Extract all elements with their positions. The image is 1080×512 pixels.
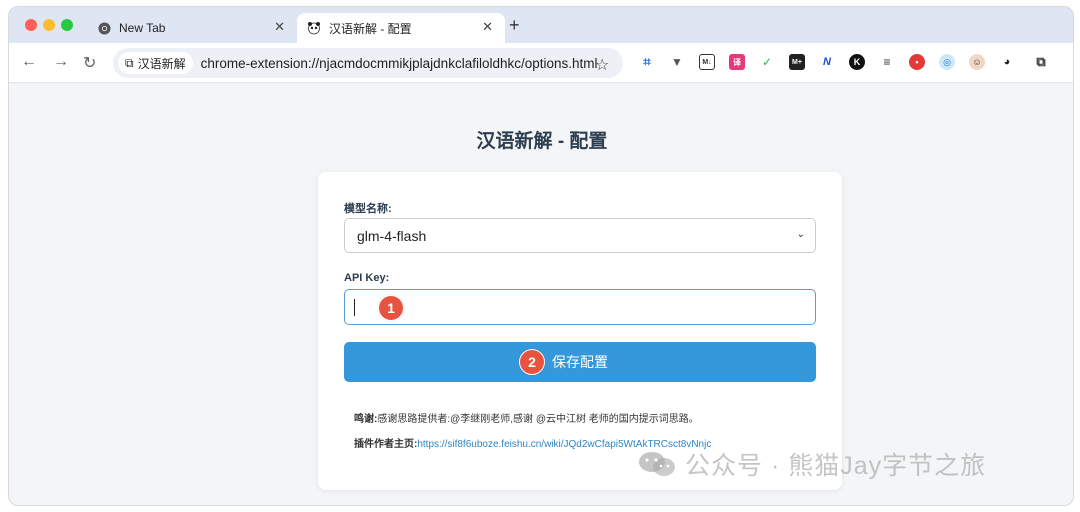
crop-extension-icon[interactable]: ⌗ xyxy=(639,54,655,70)
panda-icon xyxy=(307,21,321,35)
ai-extension-icon[interactable]: ◎ xyxy=(939,54,955,70)
model-select[interactable]: glm-4-flash ⌄ xyxy=(344,218,816,253)
browser-window: New Tab ✕ 汉语新解 - 配置 ✕ + ← → ↻ ⧉ 汉语新解 chr… xyxy=(8,6,1074,506)
tab-title: New Tab xyxy=(119,21,166,35)
leaf-extension-icon[interactable]: ✓ xyxy=(759,54,775,70)
thanks-prefix: 鸣谢: xyxy=(354,414,378,425)
homepage-prefix: 插件作者主页: xyxy=(354,439,418,450)
settings-card: 模型名称: glm-4-flash ⌄ API Key: 1 2 保存配置 鸣谢… xyxy=(318,172,842,490)
api-key-label: API Key: xyxy=(344,272,390,284)
translate-extension-icon[interactable]: 译 xyxy=(729,54,745,70)
close-window-button[interactable] xyxy=(25,19,37,31)
panda-extension-icon[interactable]: ◕ xyxy=(999,54,1015,70)
url-text: chrome-extension://njacmdocmmikjplajdnkc… xyxy=(200,55,598,71)
chrome-icon xyxy=(97,21,111,35)
address-bar[interactable]: ⧉ 汉语新解 chrome-extension://njacmdocmmikjp… xyxy=(113,48,623,78)
maximize-window-button[interactable] xyxy=(61,19,73,31)
list-extension-icon[interactable]: ≡ xyxy=(879,54,895,70)
tab-strip: New Tab ✕ 汉语新解 - 配置 ✕ + xyxy=(9,7,1073,43)
page-content: 汉语新解 - 配置 模型名称: glm-4-flash ⌄ API Key: 1… xyxy=(9,84,1073,505)
tab-new-tab[interactable]: New Tab ✕ xyxy=(89,13,297,43)
bookmark-star-icon[interactable]: ☆ xyxy=(595,55,609,75)
close-tab-icon[interactable]: ✕ xyxy=(274,19,285,35)
back-button[interactable]: ← xyxy=(21,53,37,71)
toolbar: ← → ↻ ⧉ 汉语新解 chrome-extension://njacmdoc… xyxy=(9,43,1073,83)
avatar-extension-icon[interactable]: ☺ xyxy=(969,54,985,70)
thanks-body: 感谢思路提供者:@李继刚老师,感谢 @云中江树 老师的国内提示词思路。 xyxy=(377,414,699,425)
new-tab-button[interactable]: + xyxy=(509,15,520,36)
model-select-value: glm-4-flash xyxy=(357,227,427,244)
api-key-input[interactable]: 1 xyxy=(344,289,816,325)
puzzle-icon: ⧉ xyxy=(125,55,134,70)
thanks-text: 鸣谢:感谢思路提供者:@李继刚老师,感谢 @云中江树 老师的国内提示词思路。 xyxy=(354,410,699,425)
model-label: 模型名称: xyxy=(344,203,392,215)
n-extension-icon[interactable]: N xyxy=(819,54,835,70)
watermark-text: 公众号 · 熊猫Jay字节之旅 xyxy=(685,452,987,480)
save-button-label: 保存配置 xyxy=(552,354,608,370)
close-tab-icon[interactable]: ✕ xyxy=(482,19,493,35)
forward-button[interactable]: → xyxy=(53,53,69,71)
extensions-puzzle-icon[interactable]: ⧉ xyxy=(1033,54,1049,70)
reload-button[interactable]: ↻ xyxy=(83,53,96,73)
markdown-extension-icon[interactable]: M↓ xyxy=(699,54,715,70)
save-button[interactable]: 2 保存配置 xyxy=(344,342,816,382)
extension-chip[interactable]: ⧉ 汉语新解 xyxy=(118,52,193,74)
extension-chip-label: 汉语新解 xyxy=(137,56,186,71)
tab-options[interactable]: 汉语新解 - 配置 ✕ xyxy=(297,13,505,43)
k-extension-icon[interactable]: K xyxy=(849,54,865,70)
wechat-icon xyxy=(637,450,677,478)
red-extension-icon[interactable]: • xyxy=(909,54,925,70)
step-badge: 2 xyxy=(519,349,545,375)
watermark: 公众号 · 熊猫Jay字节之旅 xyxy=(637,446,986,482)
page-title: 汉语新解 - 配置 xyxy=(476,131,608,152)
chevron-down-icon: ⌄ xyxy=(796,229,805,240)
minimize-window-button[interactable] xyxy=(43,19,55,31)
mplus-extension-icon[interactable]: M+ xyxy=(789,54,805,70)
tab-title: 汉语新解 - 配置 xyxy=(329,21,412,36)
v-extension-icon[interactable]: ▼ xyxy=(669,54,685,70)
text-cursor xyxy=(354,299,355,316)
step-badge: 1 xyxy=(378,295,404,321)
